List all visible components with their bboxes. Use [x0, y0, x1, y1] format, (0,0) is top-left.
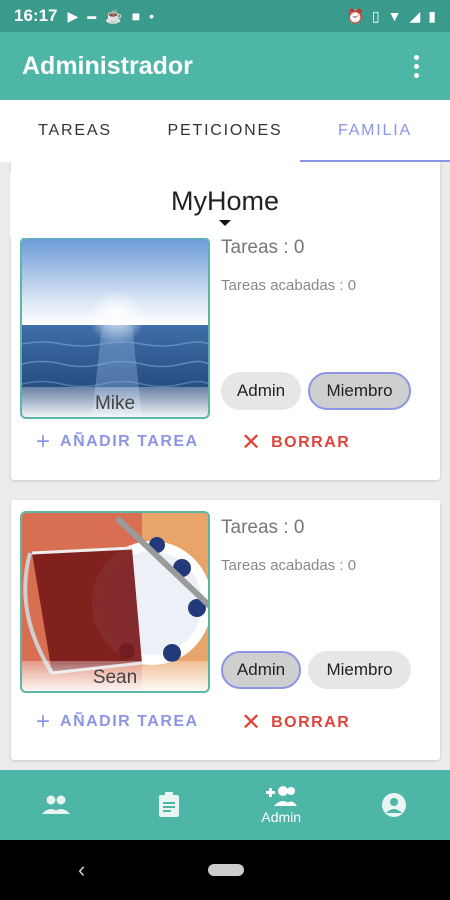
member-tareas-acabadas: Tareas acabadas : 0 — [221, 277, 357, 294]
page-title: Administrador — [22, 51, 193, 80]
vibrate-icon: ▯ — [371, 7, 380, 24]
home-selector[interactable]: MyHome — [10, 172, 440, 238]
system-navigation-bar: ‹ — [0, 840, 450, 900]
nav-group[interactable] — [0, 770, 113, 840]
add-task-button[interactable]: + AÑADIR TAREA — [36, 708, 199, 736]
clipboard-icon — [158, 792, 179, 817]
nav-admin[interactable]: Admin — [225, 770, 338, 840]
member-card: Sean Tareas : 0 Tareas acabadas : 0 Admi… — [11, 500, 440, 760]
dot-icon: • — [149, 8, 155, 24]
delete-label: BORRAR — [271, 433, 351, 451]
member-tareas-acabadas: Tareas acabadas : 0 — [221, 557, 357, 574]
alarm-icon: ⏰ — [346, 7, 364, 24]
tab-familia[interactable]: FAMILIA — [300, 100, 450, 162]
nav-account[interactable] — [338, 770, 450, 840]
delete-button[interactable]: ✕ BORRAR — [241, 708, 350, 737]
member-photo-sea: Mike — [20, 237, 210, 419]
dropdown-arrow-icon[interactable] — [219, 220, 231, 226]
signal-icon: ◢ — [409, 7, 421, 24]
bottom-navigation: Admin — [0, 770, 450, 840]
plus-icon: + — [36, 428, 51, 455]
tab-bar: TAREAS PETICIONES FAMILIA — [0, 100, 450, 162]
play-icon: ▶ — [67, 7, 79, 24]
cup-icon: ☕ — [105, 7, 123, 24]
delete-button[interactable]: ✕ BORRAR — [241, 428, 350, 457]
overflow-menu-icon[interactable] — [404, 51, 428, 81]
add-task-label: AÑADIR TAREA — [60, 433, 199, 450]
pse-icon: ▬ — [87, 11, 97, 21]
role-miembro-chip[interactable]: Miembro — [308, 372, 411, 410]
role-admin-chip[interactable]: Admin — [221, 372, 301, 410]
nav-admin-label: Admin — [261, 809, 302, 825]
status-bar: 16:17 ▶ ▬ ☕ ■ • ⏰ ▯ ▼ ◢ ▮ — [0, 0, 450, 32]
member-tareas: Tareas : 0 — [221, 237, 305, 258]
status-time: 16:17 — [14, 6, 58, 25]
account-icon — [381, 793, 406, 817]
tab-tareas[interactable]: TAREAS — [0, 100, 150, 162]
members-list[interactable]: MyHome Mike Tareas: 0 Tareas acabadas:… — [0, 162, 450, 770]
role-admin-chip[interactable]: Admin — [221, 651, 301, 689]
app-bar: Administrador — [0, 32, 450, 100]
add-task-label: AÑADIR TAREA — [60, 713, 199, 730]
home-name: MyHome — [170, 186, 279, 216]
member-name: Mike — [22, 387, 208, 417]
close-icon: ✕ — [241, 709, 262, 736]
role-miembro-chip[interactable]: Miembro — [308, 651, 411, 689]
group-icon — [42, 795, 71, 814]
nav-tasks[interactable] — [113, 770, 226, 840]
battery-icon: ▮ — [428, 7, 436, 24]
home-pill-icon[interactable] — [208, 864, 244, 876]
member-photo-tea: Sean — [20, 511, 210, 693]
add-person-icon — [266, 786, 298, 806]
wifi-icon: ▼ — [387, 8, 402, 24]
tab-peticiones[interactable]: PETICIONES — [150, 100, 300, 162]
plus-icon: + — [36, 708, 51, 735]
square-icon: ■ — [131, 8, 141, 24]
member-name: Sean — [22, 661, 208, 691]
back-icon[interactable]: ‹ — [78, 857, 85, 883]
delete-label: BORRAR — [271, 713, 351, 731]
add-task-button[interactable]: + AÑADIR TAREA — [36, 428, 199, 456]
close-icon: ✕ — [241, 429, 262, 456]
member-tareas: Tareas : 0 — [221, 517, 305, 538]
